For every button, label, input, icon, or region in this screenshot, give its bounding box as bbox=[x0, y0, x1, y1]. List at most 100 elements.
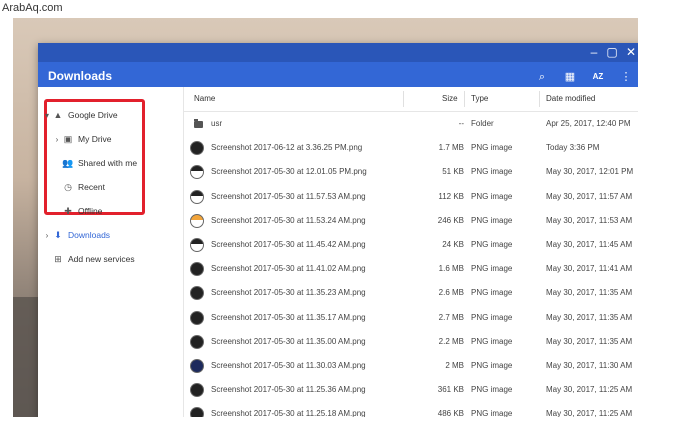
file-size: 361 KB bbox=[437, 385, 464, 395]
file-name: Screenshot 2017-05-30 at 11.25.18 AM.png bbox=[211, 409, 366, 417]
sidebar-item-shared-with-me[interactable]: 👥 Shared with me bbox=[52, 153, 137, 173]
file-date: Today 3:36 PM bbox=[546, 143, 600, 153]
sidebar-item-google-drive[interactable]: ▾ ▲ Google Drive bbox=[42, 105, 118, 125]
file-type: PNG image bbox=[471, 191, 513, 201]
table-row[interactable]: Screenshot 2017-05-30 at 11.45.42 AM.png… bbox=[184, 233, 638, 257]
file-name: Screenshot 2017-05-30 at 11.57.53 AM.png bbox=[211, 191, 366, 201]
file-name: Screenshot 2017-05-30 at 12.01.05 PM.png bbox=[211, 167, 367, 177]
sidebar-item-label: Add new services bbox=[68, 254, 135, 264]
image-thumbnail-icon bbox=[190, 383, 204, 398]
file-type: PNG image bbox=[471, 336, 513, 346]
sidebar-item-label: Shared with me bbox=[78, 158, 138, 168]
image-thumbnail-icon bbox=[190, 407, 204, 417]
table-row[interactable]: Screenshot 2017-06-12 at 3.36.25 PM.png 1… bbox=[184, 136, 638, 160]
file-date: May 30, 2017, 11:57 AM bbox=[546, 191, 633, 201]
file-date: May 30, 2017, 12:01 PM bbox=[546, 167, 634, 177]
table-row[interactable]: Screenshot 2017-05-30 at 11.25.36 AM.png… bbox=[184, 378, 638, 402]
image-thumbnail-icon bbox=[190, 189, 204, 204]
pin-icon: ✚ bbox=[64, 205, 72, 216]
list-header: Name Size Type Date modified bbox=[184, 87, 638, 112]
file-name: usr bbox=[211, 119, 223, 128]
file-type: Folder bbox=[471, 119, 494, 128]
file-size: 2.2 MB bbox=[438, 336, 464, 346]
clock-icon: ◷ bbox=[64, 181, 72, 192]
file-list: Name Size Type Date modified usr -- Folder… bbox=[184, 87, 638, 417]
file-date: May 30, 2017, 11:35 AM bbox=[546, 312, 633, 322]
files-app-window: Downloads – ▢ ✕ ⌕ ▦ AZ ⋮ ▾ ▲ Google Drive ›… bbox=[38, 43, 638, 417]
file-type: PNG image bbox=[471, 167, 513, 177]
file-size: 1.6 MB bbox=[438, 264, 464, 274]
column-date[interactable]: Date modified bbox=[546, 87, 595, 111]
file-date: May 30, 2017, 11:30 AM bbox=[546, 361, 633, 370]
watermark: ArabAq.com bbox=[2, 2, 63, 14]
sidebar: ▾ ▲ Google Drive › ▣ My Drive 👥 Shared with me ◷… bbox=[38, 87, 184, 417]
table-row[interactable]: Screenshot 2017-05-30 at 11.25.18 AM.png… bbox=[184, 402, 638, 417]
file-size: 2.6 MB bbox=[438, 288, 464, 298]
file-name: Screenshot 2017-05-30 at 11.35.17 AM.png bbox=[211, 312, 366, 322]
file-type: PNG image bbox=[471, 361, 513, 370]
table-row[interactable]: Screenshot 2017-05-30 at 12.01.05 PM.png… bbox=[184, 160, 638, 184]
file-date: May 30, 2017, 11:35 AM bbox=[546, 288, 633, 298]
people-icon: 👥 bbox=[62, 157, 74, 168]
maximize-icon[interactable]: ▢ bbox=[604, 45, 620, 59]
file-date: May 30, 2017, 11:53 AM bbox=[546, 215, 633, 225]
sidebar-item-offline[interactable]: ✚ Offline bbox=[52, 201, 102, 221]
file-size: 246 KB bbox=[437, 215, 464, 225]
table-row[interactable]: usr -- Folder Apr 25, 2017, 12:40 PM bbox=[184, 112, 638, 136]
table-row[interactable]: Screenshot 2017-05-30 at 11.30.03 AM.png… bbox=[184, 354, 638, 378]
desktop-wallpaper: Downloads – ▢ ✕ ⌕ ▦ AZ ⋮ ▾ ▲ Google Drive ›… bbox=[13, 18, 638, 417]
close-icon[interactable]: ✕ bbox=[623, 45, 638, 59]
table-row[interactable]: Screenshot 2017-05-30 at 11.57.53 AM.png… bbox=[184, 185, 638, 209]
download-icon: ⬇ bbox=[54, 229, 62, 240]
chevron-down-icon[interactable]: ▾ bbox=[42, 111, 52, 120]
table-row[interactable]: Screenshot 2017-05-30 at 11.35.00 AM.png… bbox=[184, 330, 638, 354]
sidebar-item-label: Offline bbox=[78, 206, 103, 216]
file-size: 112 KB bbox=[438, 191, 464, 201]
file-date: May 30, 2017, 11:41 AM bbox=[546, 264, 633, 274]
file-date: Apr 25, 2017, 12:40 PM bbox=[546, 119, 631, 128]
image-thumbnail-icon bbox=[190, 359, 204, 373]
image-thumbnail-icon bbox=[190, 141, 204, 156]
window-title: Downloads bbox=[48, 69, 113, 83]
search-icon[interactable]: ⌕ bbox=[534, 70, 550, 84]
drive-icon: ▲ bbox=[53, 110, 63, 120]
image-thumbnail-icon bbox=[190, 310, 204, 325]
file-date: May 30, 2017, 11:45 AM bbox=[546, 240, 633, 249]
file-name: Screenshot 2017-05-30 at 11.30.03 AM.png bbox=[211, 361, 366, 370]
more-vert-icon[interactable]: ⋮ bbox=[618, 70, 634, 84]
image-thumbnail-icon bbox=[190, 262, 204, 277]
image-thumbnail-icon bbox=[190, 334, 204, 349]
chevron-right-icon[interactable]: › bbox=[42, 231, 52, 240]
file-type: PNG image bbox=[471, 264, 513, 274]
table-row[interactable]: Screenshot 2017-05-30 at 11.35.17 AM.png… bbox=[184, 306, 638, 330]
sidebar-item-label: Recent bbox=[78, 182, 105, 192]
column-size[interactable]: Size bbox=[442, 87, 458, 111]
file-date: May 30, 2017, 11:35 AM bbox=[546, 336, 633, 346]
file-size: 2 MB bbox=[445, 361, 464, 370]
file-type: PNG image bbox=[471, 215, 513, 225]
file-name: Screenshot 2017-05-30 at 11.25.36 AM.png bbox=[211, 385, 366, 395]
file-date: May 30, 2017, 11:25 AM bbox=[546, 409, 633, 417]
file-date: May 30, 2017, 11:25 AM bbox=[546, 385, 633, 395]
sidebar-item-recent[interactable]: ◷ Recent bbox=[52, 177, 105, 197]
file-size: 24 KB bbox=[442, 240, 464, 249]
chevron-right-icon[interactable]: › bbox=[52, 135, 62, 144]
sort-button[interactable]: AZ bbox=[590, 70, 606, 84]
column-type[interactable]: Type bbox=[471, 87, 488, 111]
file-size: 51 KB bbox=[442, 167, 464, 177]
sidebar-item-label: Google Drive bbox=[68, 110, 118, 120]
sidebar-item-add-new-services[interactable]: ⊞ Add new services bbox=[42, 249, 135, 269]
grid-view-icon[interactable]: ▦ bbox=[562, 70, 578, 84]
image-thumbnail-icon bbox=[190, 286, 204, 301]
table-row[interactable]: Screenshot 2017-05-30 at 11.41.02 AM.png… bbox=[184, 257, 638, 281]
minimize-icon[interactable]: – bbox=[586, 45, 602, 59]
column-name[interactable]: Name bbox=[194, 87, 215, 111]
table-row[interactable]: Screenshot 2017-05-30 at 11.53.24 AM.png… bbox=[184, 209, 638, 233]
file-name: Screenshot 2017-05-30 at 11.41.02 AM.png bbox=[211, 264, 366, 274]
table-row[interactable]: Screenshot 2017-05-30 at 11.35.23 AM.png… bbox=[184, 281, 638, 305]
sidebar-item-my-drive[interactable]: › ▣ My Drive bbox=[52, 129, 112, 149]
file-type: PNG image bbox=[471, 288, 513, 298]
file-size: -- bbox=[458, 119, 464, 128]
sidebar-item-downloads[interactable]: › ⬇ Downloads bbox=[42, 225, 110, 245]
folder-icon: ▣ bbox=[63, 133, 73, 144]
